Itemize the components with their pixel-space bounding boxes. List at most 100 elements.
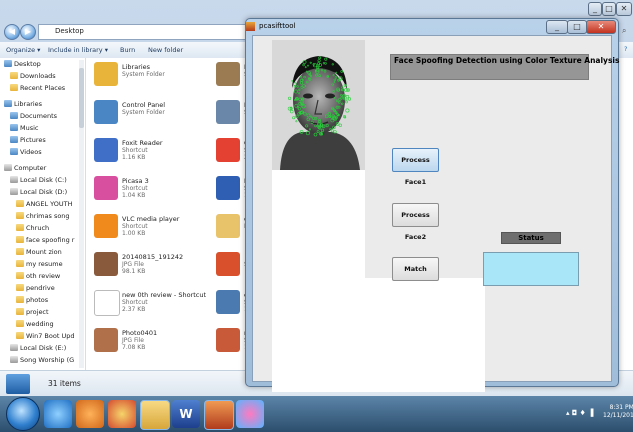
back-button[interactable]: ◀ xyxy=(4,24,20,40)
nav-item[interactable]: Documents xyxy=(10,112,57,122)
file-type: Shortcut xyxy=(122,223,148,230)
help-icon[interactable]: ? xyxy=(624,45,627,53)
nav-item-label: face spoofing r xyxy=(26,236,75,244)
nav-item[interactable]: Recent Places xyxy=(10,84,65,94)
media-player-icon[interactable] xyxy=(76,400,104,428)
close-button[interactable]: ✕ xyxy=(616,2,632,16)
plot-axes-bottom xyxy=(364,278,485,392)
file-icon xyxy=(94,252,118,276)
nav-item-label: Music xyxy=(20,124,39,132)
app-headline-text: Face Spoofing Detection using Color Text… xyxy=(394,56,620,65)
folder-icon xyxy=(16,296,24,303)
search-icon[interactable]: ⌕ xyxy=(622,26,626,36)
nav-item[interactable]: pendrive xyxy=(16,284,55,294)
file-item[interactable]: Libraries System Folder xyxy=(94,62,214,90)
app-maximize-button[interactable]: □ xyxy=(567,20,587,34)
nav-item[interactable]: Chruch xyxy=(16,224,49,234)
process-face1-button[interactable]: Process Face1 xyxy=(392,148,439,186)
nav-item-label: Chruch xyxy=(26,224,50,232)
internet-explorer-icon[interactable] xyxy=(44,400,72,428)
nav-item-label: Recent Places xyxy=(20,84,66,92)
file-size: 1.00 KB xyxy=(122,230,146,237)
nav-item[interactable]: Computer xyxy=(4,164,46,174)
app-headline: Face Spoofing Detection using Color Text… xyxy=(390,54,619,80)
nav-item[interactable]: Pictures xyxy=(10,136,46,146)
file-item[interactable]: Control Panel System Folder xyxy=(94,100,214,128)
file-icon xyxy=(94,214,118,238)
nav-item[interactable]: Music xyxy=(10,124,39,134)
folder-icon xyxy=(16,236,24,243)
matlab-icon[interactable] xyxy=(204,400,234,430)
word-icon[interactable]: W xyxy=(172,400,200,428)
nav-item[interactable]: my resume xyxy=(16,260,63,270)
organize-button[interactable]: Organize ▾ xyxy=(6,46,40,54)
forward-button[interactable]: ▶ xyxy=(20,24,36,40)
nav-item[interactable]: Local Disk (D:) xyxy=(10,188,67,198)
nav-item[interactable]: project xyxy=(16,308,49,318)
nav-item-label: project xyxy=(26,308,49,316)
file-size: 1.04 KB xyxy=(122,192,146,199)
nav-item[interactable]: wedding xyxy=(16,320,54,330)
nav-item[interactable]: face spoofing r xyxy=(16,236,74,246)
file-item[interactable]: Photo0401 JPG File 7.08 KB xyxy=(94,328,214,356)
nav-item[interactable]: Local Disk (C:) xyxy=(10,176,67,186)
nav-scrollbar-thumb[interactable] xyxy=(79,68,84,128)
picasa-icon[interactable] xyxy=(236,400,264,428)
file-type: System Folder xyxy=(122,109,165,116)
file-name: 20140815_191242 xyxy=(122,253,184,261)
windows-explorer-icon[interactable] xyxy=(140,400,170,430)
file-item[interactable]: Picasa 3 Shortcut 1.04 KB xyxy=(94,176,214,204)
nav-item-label: Downloads xyxy=(20,72,56,80)
folder-icon xyxy=(16,284,24,291)
clock[interactable]: 8:31 PM 12/11/201 xyxy=(603,404,633,420)
drive-icon xyxy=(10,188,18,195)
nav-item[interactable]: oth review xyxy=(16,272,60,282)
burn-button[interactable]: Burn xyxy=(120,46,135,54)
match-button[interactable]: Match xyxy=(392,257,439,281)
nav-item[interactable]: Videos xyxy=(10,148,42,158)
nav-item[interactable]: Desktop xyxy=(4,60,41,70)
file-item[interactable]: VLC media player Shortcut 1.00 KB xyxy=(94,214,214,242)
folder-icon xyxy=(16,248,24,255)
gui-canvas: Face Spoofing Detection using Color Text… xyxy=(252,35,619,392)
folder-icon xyxy=(16,272,24,279)
app-close-button[interactable]: ✕ xyxy=(586,20,616,34)
nav-item[interactable]: chrimas song xyxy=(16,212,70,222)
face-keypoints-image xyxy=(272,40,365,170)
nav-item-label: pendrive xyxy=(26,284,55,292)
nav-item[interactable]: Mount zion xyxy=(16,248,62,258)
maximize-button[interactable]: □ xyxy=(602,2,616,16)
file-icon xyxy=(94,138,118,162)
address-text: Desktop xyxy=(55,27,84,35)
file-icon xyxy=(94,100,118,124)
minimize-button[interactable]: _ xyxy=(588,2,602,16)
file-item[interactable]: Foxit Reader Shortcut 1.16 KB xyxy=(94,138,214,166)
nav-item-label: oth review xyxy=(26,272,61,280)
navigation-pane: Desktop Downloads Recent Places Libraries Do… xyxy=(0,58,86,370)
process-face2-button[interactable]: Process Face2 xyxy=(392,203,439,241)
system-tray-icons[interactable]: ▴ ◘ ♦ ▐ xyxy=(566,409,596,419)
status-label: Status xyxy=(501,232,561,244)
new-folder-button[interactable]: New folder xyxy=(148,46,183,54)
nav-item[interactable]: Libraries xyxy=(4,100,42,110)
folder-icon xyxy=(16,308,24,315)
file-icon xyxy=(216,100,240,124)
drive-icon xyxy=(10,356,18,363)
chrome-icon[interactable] xyxy=(108,400,136,428)
nav-item[interactable]: photos xyxy=(16,296,48,306)
nav-item[interactable]: ANGEL YOUTH xyxy=(16,200,73,210)
app-minimize-button[interactable]: _ xyxy=(546,20,568,34)
nav-item[interactable]: Local Disk (E:) xyxy=(10,344,66,354)
nav-item[interactable]: Song Worship (G xyxy=(10,356,74,366)
file-item[interactable]: 20140815_191242 JPG File 98.1 KB xyxy=(94,252,214,280)
file-name: new 0th review - Shortcut xyxy=(122,291,207,299)
nav-item[interactable]: Win7 Boot Upd xyxy=(16,332,74,342)
file-icon xyxy=(216,252,240,276)
file-size: 1.16 KB xyxy=(122,154,146,161)
start-button[interactable] xyxy=(6,397,40,431)
folder-icon xyxy=(10,72,18,79)
file-item[interactable]: new 0th review - Shortcut Shortcut 2.37 KB xyxy=(94,290,214,318)
include-in-library-button[interactable]: Include in library ▾ xyxy=(48,46,108,54)
nav-item[interactable]: Downloads xyxy=(10,72,56,82)
clock-date: 12/11/201 xyxy=(603,412,633,419)
